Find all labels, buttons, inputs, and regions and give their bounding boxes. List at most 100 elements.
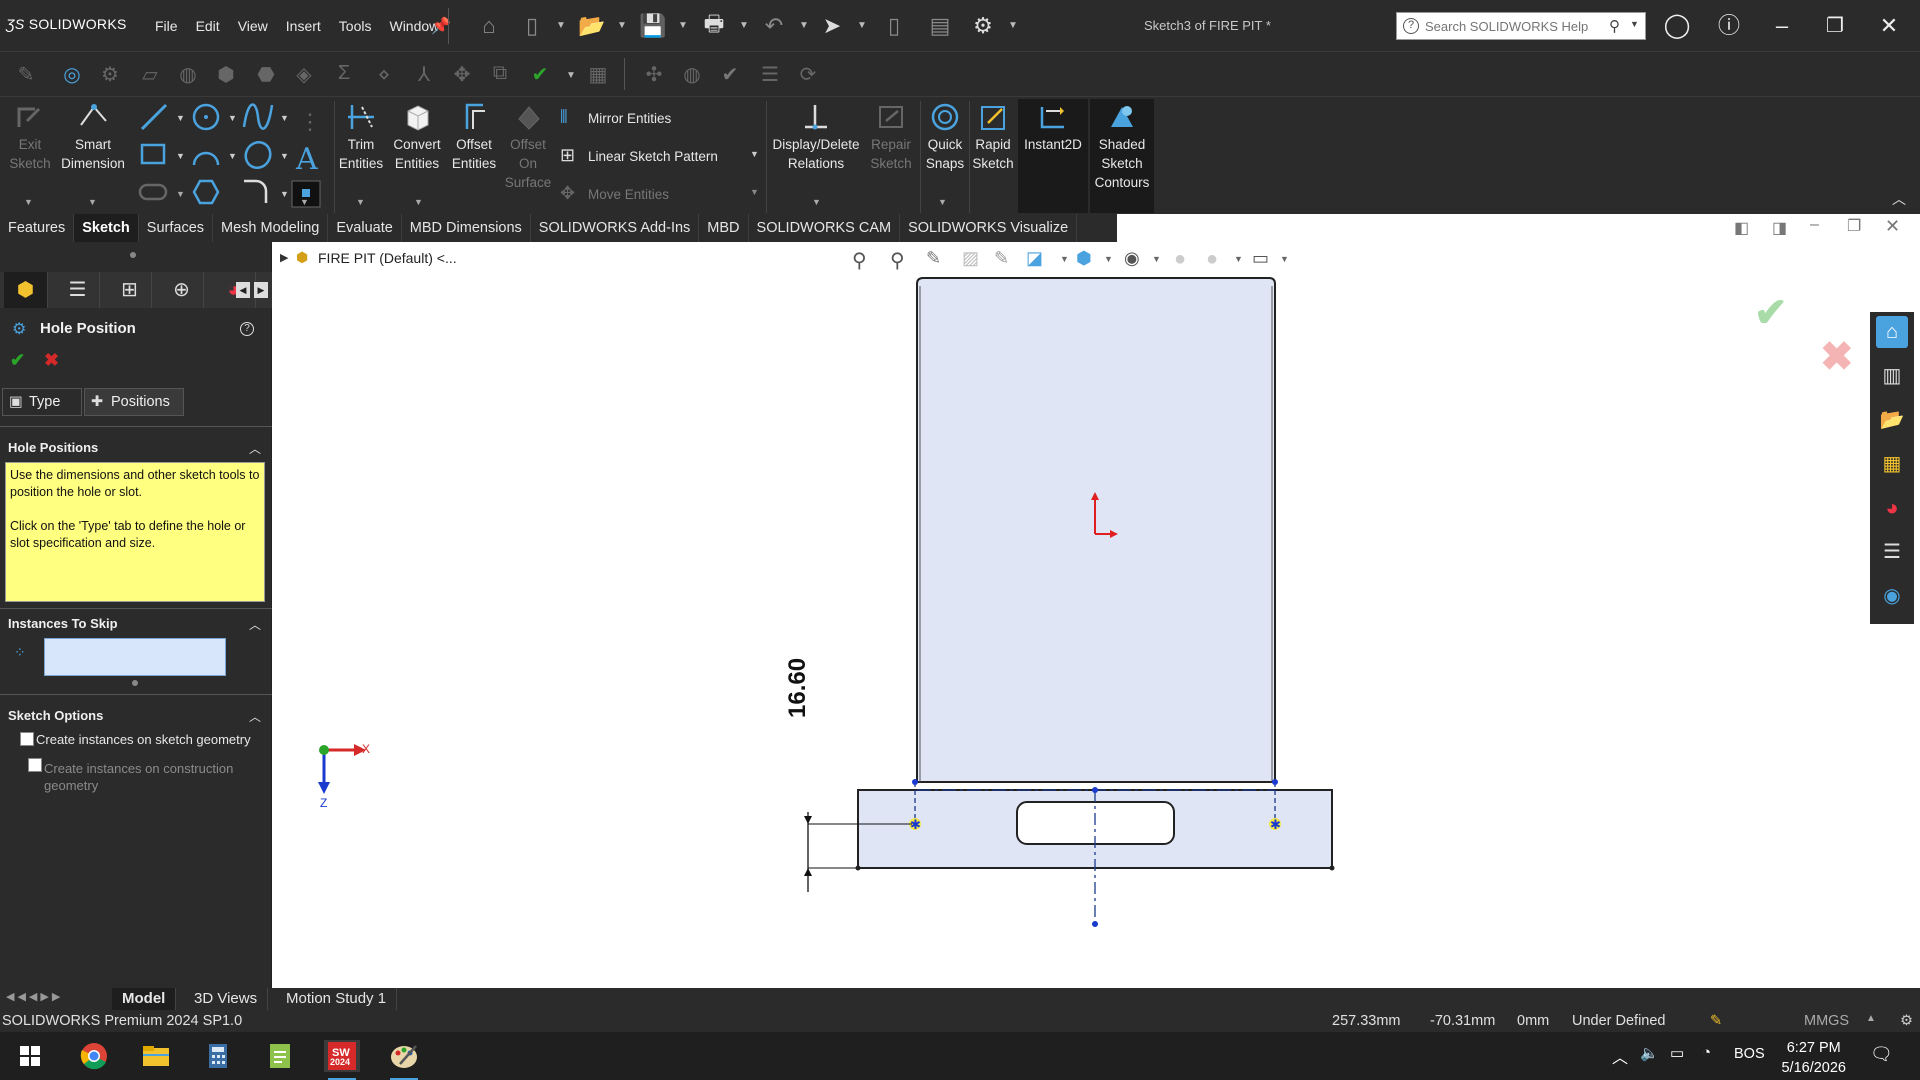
gear-icon[interactable]: ⚙ xyxy=(96,62,124,88)
configuration-manager-tab[interactable]: ⊞ xyxy=(108,272,152,308)
refresh-icon[interactable]: ⟳ xyxy=(794,62,822,88)
shaded-sketch-contours-button[interactable]: Shaded Sketch Contours xyxy=(1090,99,1154,213)
tab-scroll-controls[interactable]: ◀◀◀▶▶ xyxy=(0,990,108,1008)
sketch-geometry-checkbox[interactable] xyxy=(20,732,34,746)
equations-sigma-icon[interactable]: Σ xyxy=(330,62,358,88)
sketch-options-header[interactable]: Sketch Options xyxy=(8,708,103,723)
paint-icon[interactable] xyxy=(386,1040,422,1080)
notifications-icon[interactable]: 🗨 xyxy=(1870,1044,1893,1065)
pattern-icon[interactable]: ✣ xyxy=(640,62,668,88)
hole-positions-header[interactable]: Hole Positions xyxy=(8,440,98,455)
battery-icon[interactable]: ▭ xyxy=(1670,1044,1684,1062)
clock[interactable]: 6:27 PM 5/16/2026 xyxy=(1781,1038,1846,1078)
rapid-sketch-button[interactable]: Rapid Sketch xyxy=(970,101,1016,173)
tab-features[interactable]: Features xyxy=(0,214,75,242)
chevron-down-icon[interactable]: ▼ xyxy=(556,20,566,31)
tab-mesh-modeling[interactable]: Mesh Modeling xyxy=(213,214,329,242)
solidworks-logo[interactable]: ƷS SOLIDWORKS xyxy=(6,16,127,32)
construction-geometry-checkbox[interactable] xyxy=(28,758,42,772)
3d-sketch-icon[interactable]: ◎ xyxy=(58,62,86,88)
menu-file[interactable]: File xyxy=(146,18,187,34)
extrude-icon[interactable]: ▱ xyxy=(136,62,164,88)
cube-icon[interactable]: ◈ xyxy=(290,62,318,88)
revolve-icon[interactable]: ◍ xyxy=(174,62,202,88)
feature-manager-tab[interactable]: ⬢ xyxy=(4,272,48,308)
convert-entities-button[interactable]: Convert Entities xyxy=(388,101,446,173)
smart-dimension-button[interactable]: Smart Dimension xyxy=(56,101,130,173)
tab-sketch[interactable]: Sketch xyxy=(74,214,139,242)
instant2d-button[interactable]: Instant2D xyxy=(1018,99,1088,213)
ok-button[interactable]: ✔ xyxy=(10,350,25,371)
chevron-down-icon[interactable]: ▼ xyxy=(617,20,627,31)
new-document-icon[interactable]: ▯ xyxy=(518,12,546,40)
trim-entities-button[interactable]: Trim Entities xyxy=(336,101,386,173)
sketch-tool-icon[interactable]: ✎ xyxy=(12,62,40,88)
close-button[interactable]: ✕ xyxy=(1872,10,1906,42)
select-cursor-icon[interactable]: ➤ xyxy=(818,12,846,40)
chevron-down-icon[interactable]: ▼ xyxy=(24,197,33,207)
home-icon[interactable]: ⌂ xyxy=(475,12,503,40)
chevron-up-icon[interactable]: ▲ xyxy=(1866,1013,1876,1024)
tab-evaluate[interactable]: Evaluate xyxy=(328,214,402,242)
linear-sketch-pattern-button[interactable]: ⊞ Linear Sketch Pattern xyxy=(560,145,718,166)
cube-icon[interactable]: ⬣ xyxy=(252,62,280,88)
save-icon[interactable]: 💾 xyxy=(639,12,667,40)
menu-edit[interactable]: Edit xyxy=(187,18,229,34)
layers-icon[interactable]: ◍ xyxy=(678,62,706,88)
chevron-down-icon[interactable]: ▼ xyxy=(566,70,576,81)
display-delete-relations-button[interactable]: Display/Delete Relations xyxy=(770,101,862,173)
notepad-icon[interactable] xyxy=(262,1040,298,1072)
help-search[interactable]: ? ⚲ ▼ xyxy=(1396,12,1646,40)
user-account-icon[interactable]: ◯ xyxy=(1660,10,1694,42)
menu-tools[interactable]: Tools xyxy=(330,18,381,34)
collapse-icon[interactable]: ︿ xyxy=(249,440,261,457)
doc-close-button[interactable]: ✕ xyxy=(1885,216,1900,237)
measure-icon[interactable]: ⅄ xyxy=(410,62,438,88)
chevron-down-icon[interactable]: ▼ xyxy=(414,197,423,207)
tile-right-icon[interactable]: ◨ xyxy=(1772,218,1787,238)
quick-snaps-button[interactable]: Quick Snaps xyxy=(922,101,968,173)
repair-sketch-button[interactable]: Repair Sketch xyxy=(866,101,916,173)
scroll-right-icon[interactable]: ▶ xyxy=(254,282,268,298)
gear-icon[interactable]: ⚙ xyxy=(969,12,997,40)
file-explorer-icon[interactable] xyxy=(138,1040,174,1072)
tab-3d-views[interactable]: 3D Views xyxy=(184,988,269,1010)
doc-restore-button[interactable]: ❐ xyxy=(1847,216,1861,236)
copy-icon[interactable]: ⧉ xyxy=(486,62,514,88)
solidworks-taskbar-icon[interactable]: SW 2024 xyxy=(324,1040,360,1080)
pm-help-button[interactable]: ? xyxy=(240,322,254,336)
customize-icon[interactable]: ⚙ xyxy=(1900,1013,1913,1029)
sketch-fillet-icon[interactable]: ⋄ xyxy=(370,62,398,88)
exit-sketch-button[interactable]: Exit Sketch xyxy=(2,101,58,173)
file-explorer-icon[interactable]: 📂 xyxy=(1876,404,1908,436)
chevron-down-icon[interactable]: ▼ xyxy=(678,20,688,31)
graphics-area[interactable]: ▶ ⬢ FIRE PIT (Default) <... ⚲ ⚲ ✎ ▨ ✎ ◪ … xyxy=(272,242,1920,990)
tab-solidworks-cam[interactable]: SOLIDWORKS CAM xyxy=(749,214,901,242)
chevron-down-icon[interactable]: ▼ xyxy=(799,20,809,31)
search-input[interactable] xyxy=(1425,17,1605,35)
instances-to-skip-list[interactable] xyxy=(44,638,226,676)
custom-properties-icon[interactable]: ☰ xyxy=(1876,536,1908,568)
move-icon[interactable]: ✥ xyxy=(448,62,476,88)
tab-model[interactable]: Model xyxy=(112,988,177,1010)
chevron-down-icon[interactable]: ▼ xyxy=(857,20,867,31)
rebuild-status-icon[interactable]: ✎ xyxy=(1710,1013,1722,1029)
chevron-down-icon[interactable]: ▼ xyxy=(938,197,947,207)
open-folder-icon[interactable]: 📂 xyxy=(578,12,606,40)
tile-left-icon[interactable]: ◧ xyxy=(1734,218,1749,238)
tab-type[interactable]: ▣ Type xyxy=(2,388,82,416)
chevron-down-icon[interactable]: ▼ xyxy=(1008,20,1018,31)
appearances-scenes-icon[interactable]: ◕ xyxy=(1876,492,1908,524)
offset-entities-button[interactable]: Offset Entities xyxy=(446,101,502,173)
chevron-down-icon[interactable]: ▼ xyxy=(750,149,759,159)
chevron-down-icon[interactable]: ▼ xyxy=(812,197,821,207)
chevron-up-icon[interactable]: ︿ xyxy=(1612,1044,1628,1068)
splitter-handle[interactable] xyxy=(130,252,136,258)
chevron-down-icon[interactable]: ▼ xyxy=(300,197,309,207)
chevron-down-icon[interactable]: ▼ xyxy=(750,187,759,197)
speaker-icon[interactable]: 🔈 xyxy=(1640,1044,1659,1062)
dimxpert-tab[interactable]: ⊕ xyxy=(160,272,204,308)
chevron-down-icon[interactable]: ▼ xyxy=(1630,19,1639,29)
collapse-icon[interactable]: ︿ xyxy=(249,616,261,633)
sketch-drawing[interactable]: ✱ ✱ xyxy=(272,242,1920,990)
